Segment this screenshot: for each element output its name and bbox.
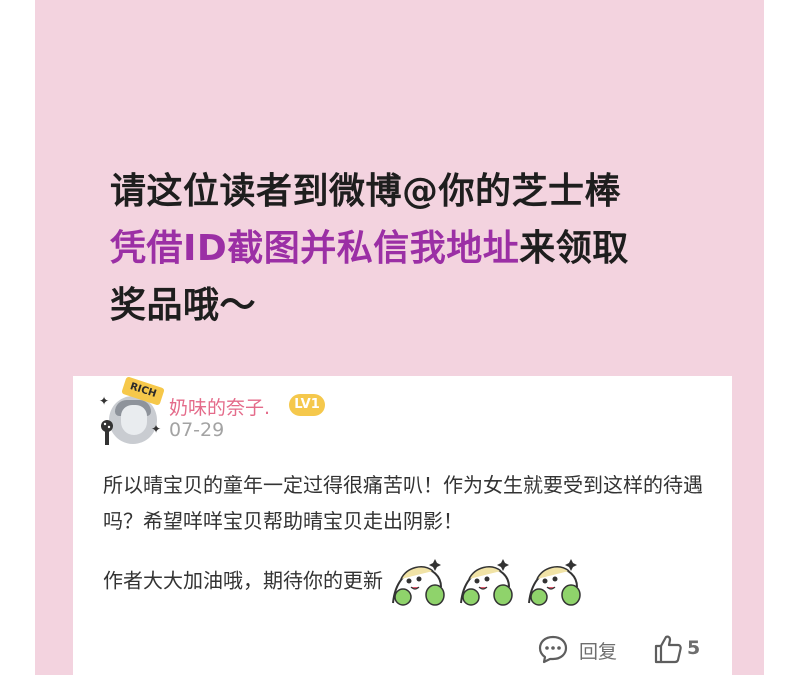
notice-line-2: 凭借ID截图并私信我地址来领取 [110,220,629,277]
cheering-sticker-icon [528,559,581,606]
emoji-row [389,557,593,607]
comment-paragraph-2: 作者大大加油哦，期待你的更新 [103,557,713,607]
notice-line-2-rest: 来领取 [519,228,629,269]
sparkle-icon: ✦ [99,394,110,408]
reply-icon[interactable] [537,633,569,665]
notice-text: 请这位读者到微博@你的芝士棒 凭借ID截图并私信我地址来领取 奖品哦～ [110,163,629,334]
reply-button[interactable]: 回复 [579,637,617,664]
thumbs-up-icon[interactable] [653,633,683,665]
cheering-sticker-icon [392,559,445,606]
comment-date: 07-29 [169,419,225,441]
avatar[interactable]: ✦ RICH ✦ [93,376,173,448]
comment-card: ✦ RICH ✦ 奶味的奈子. LV1 07-29 所以晴宝贝的童年一定过得很痛… [73,376,732,675]
notice-line-1: 请这位读者到微博@你的芝士棒 [110,171,622,212]
comment-paragraph-1: 所以晴宝贝的童年一定过得很痛苦叭！作为女生就要受到这样的待遇吗？希望咩咩宝贝帮助… [103,473,703,533]
username[interactable]: 奶味的奈子. [169,393,270,420]
microphone-icon [101,420,113,445]
notice-highlight: 凭借ID截图并私信我地址 [110,228,520,269]
like-count: 5 [687,637,701,659]
notice-line-3: 奖品哦～ [110,285,257,326]
comment-paragraph-2-text: 作者大大加油哦，期待你的更新 [103,568,383,593]
level-badge: LV1 [289,394,325,416]
sparkle-icon: ✦ [151,422,162,436]
cheering-sticker-icon [460,559,513,606]
comment-body: 所以晴宝贝的童年一定过得很痛苦叭！作为女生就要受到这样的待遇吗？希望咩咩宝贝帮助… [103,467,713,607]
